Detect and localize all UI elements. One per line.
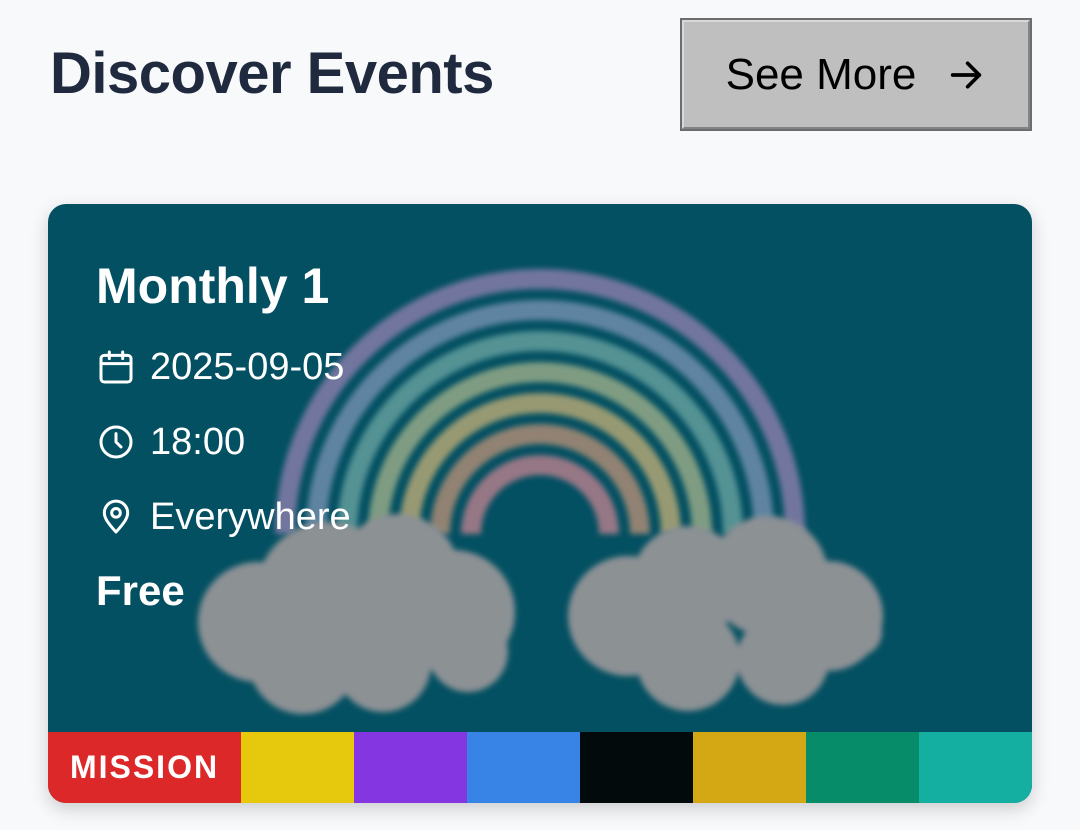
event-time: 18:00 (150, 421, 246, 463)
see-more-label: See More (725, 49, 917, 99)
event-location: Everywhere (150, 496, 351, 538)
event-price: Free (96, 567, 185, 614)
calendar-icon (96, 347, 136, 387)
event-time-row: 18:00 (96, 417, 351, 467)
tag-segment (354, 732, 467, 803)
tag-segment (467, 732, 580, 803)
tag-mission: MISSION (48, 732, 241, 803)
tag-segment (580, 732, 693, 803)
see-more-button[interactable]: See More (680, 18, 1032, 131)
arrow-right-icon (946, 55, 986, 95)
tag-segment (806, 732, 919, 803)
page-title: Discover Events (50, 41, 494, 106)
event-title: Monthly 1 (96, 258, 330, 314)
tag-segment (241, 732, 354, 803)
event-date-row: 2025-09-05 (96, 342, 351, 392)
event-location-row: Everywhere (96, 492, 351, 542)
map-pin-icon (96, 497, 136, 537)
clock-icon (96, 422, 136, 462)
tag-segment (919, 732, 1032, 803)
tag-bar: MISSION (48, 732, 1032, 803)
event-date: 2025-09-05 (150, 346, 345, 388)
event-card[interactable]: Monthly 1 2025-09-05 18:00 Everywhere Fr… (48, 204, 1032, 803)
tag-segment (693, 732, 806, 803)
